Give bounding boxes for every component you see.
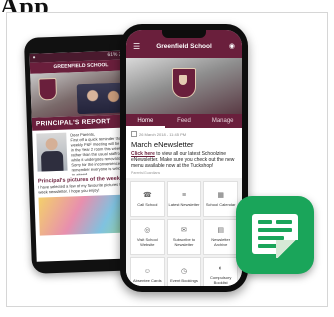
phone-icon: ☎ [142,191,152,199]
post-headline: March eNewsletter [131,140,194,149]
clock-icon: ◷ [180,267,188,275]
tile-label: Call School [137,201,158,207]
tab-home[interactable]: Home [126,114,165,128]
post-date: 26 March 2018 - 11:45 PM [139,131,187,137]
tile-absentee-cards[interactable]: ☺ Absentee Cards [130,257,165,286]
post-card[interactable]: 26 March 2018 - 11:45 PM March eNewslett… [126,128,242,178]
tile-subscribe-newsletter[interactable]: ✉ Subscribe to Newsletter [166,219,202,255]
iphone-screen: ☰ Greenfield School ◉ Home Feed Manage 2… [126,30,242,286]
tile-latest-newsletter[interactable]: ≡ Latest Newsletter [166,181,202,217]
person-icon: ☺ [143,267,151,275]
post-tags: Parents/Guardians [131,171,161,175]
post-meta: 26 March 2018 - 11:45 PM [131,131,237,137]
newsletter-app-icon[interactable] [236,196,314,274]
globe-icon: ◎ [144,227,151,234]
android-banner [30,70,134,118]
school-banner [126,58,242,114]
tile-label: Absentee Cards [132,277,162,283]
newsletter-icon: ≡ [181,191,187,199]
school-crest-icon [38,77,58,101]
calendar-icon: ▦ [217,191,224,199]
tile-label: Latest Newsletter [168,201,200,207]
principal-photo [36,132,68,172]
tile-label: Compulsory Booklist [209,275,232,285]
post-body: Click here to view all our latest School… [131,151,237,169]
tile-compulsory-booklist[interactable]: ◐ Compulsory Booklist [203,257,238,286]
rss-icon[interactable]: ◉ [229,42,235,50]
iphone: ☰ Greenfield School ◉ Home Feed Manage 2… [120,24,248,292]
tile-newsletter-archive[interactable]: ▤ Newsletter Archive [203,219,238,255]
tile-visit-website[interactable]: ◎ Visit School Website [130,219,165,255]
pie-icon: ◐ [218,265,223,272]
archive-icon: ▤ [217,227,224,234]
tile-label: School Calendar [205,201,236,207]
shortcut-grid: ☎ Call School ≡ Latest Newsletter ▦ School … [126,178,242,286]
tile-label: Newsletter Archive [211,237,231,247]
tab-feed[interactable]: Feed [165,114,204,128]
tab-bar: Home Feed Manage [126,114,242,128]
pictures-text: I have selected a few of my favourite pi… [38,181,126,195]
tile-event-bookings[interactable]: ◷ Event Bookings [166,257,202,286]
envelope-icon: ✉ [181,227,187,234]
tile-label: Event Bookings [170,277,198,283]
page-curl-icon [276,240,298,258]
page-heading: App [0,0,49,12]
tab-manage[interactable]: Manage [203,114,242,128]
app-title: Greenfield School [156,43,212,50]
tile-school-calendar[interactable]: ▦ School Calendar [203,181,238,217]
tile-label: Visit School Website [136,237,158,247]
status-left: ● [32,54,36,61]
calendar-icon [131,131,137,137]
notch [162,30,206,38]
tile-label: Subscribe to Newsletter [172,237,196,247]
tile-call-school[interactable]: ☎ Call School [130,181,165,217]
school-crest-icon [172,68,196,98]
